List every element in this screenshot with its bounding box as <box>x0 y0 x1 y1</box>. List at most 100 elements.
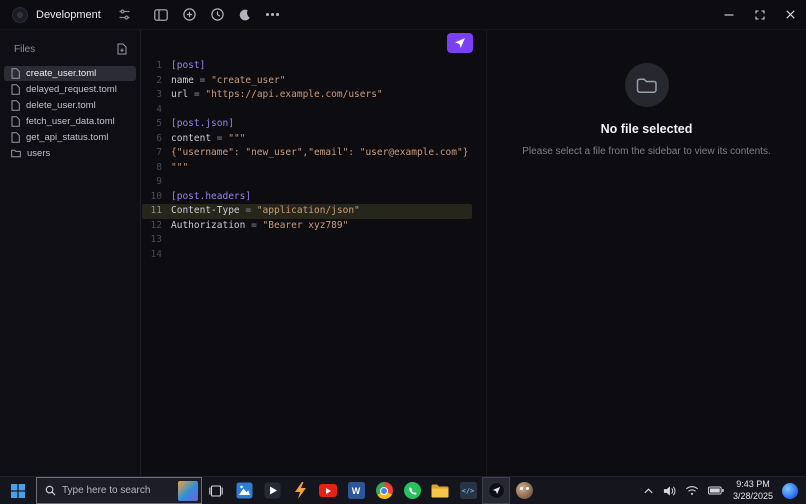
code-text: Authorization = "Bearer xyz789" <box>171 219 348 234</box>
workspace-settings-icon[interactable] <box>118 8 131 21</box>
editor-line[interactable]: 3 url = "https://api.example.com/users" <box>142 88 486 103</box>
code-text: url = "https://api.example.com/users" <box>171 88 383 103</box>
battery-icon[interactable] <box>707 486 724 495</box>
editor-line[interactable]: 2 name = "create_user" <box>142 74 486 89</box>
line-number: 2 <box>156 74 162 86</box>
editor-line[interactable]: 8 """ <box>142 161 486 176</box>
line-number: 3 <box>156 89 162 100</box>
token: "create_user" <box>211 74 286 86</box>
editor-line-active[interactable]: 11 Content-Type = "application/json" <box>142 204 472 219</box>
api-client-icon <box>487 482 505 499</box>
taskbar-app-gimp[interactable] <box>510 477 538 504</box>
task-view-button[interactable] <box>202 477 230 504</box>
chrome-icon <box>375 482 393 499</box>
token: "https://api.example.com/users" <box>205 89 383 100</box>
open-folder-icon <box>636 77 657 93</box>
folder-item[interactable]: users <box>4 146 136 161</box>
empty-state-circle <box>624 63 669 107</box>
taskbar-app-youtube[interactable] <box>314 477 342 504</box>
sidebar-toggle-icon[interactable] <box>154 8 168 21</box>
token: [post.json] <box>171 118 234 129</box>
response-panel: No file selected Please select a file fr… <box>487 30 806 476</box>
code-editor-icon: </> <box>459 482 477 499</box>
line-number: 7 <box>156 147 162 158</box>
token: {"username": "new_user","email": "user@e… <box>171 147 469 158</box>
taskbar-app-chrome[interactable] <box>370 477 398 504</box>
taskbar-app-file-explorer[interactable] <box>426 477 454 504</box>
token: "Bearer xyz789" <box>262 219 349 231</box>
code-text: [post.json] <box>171 117 234 132</box>
folder-icon <box>11 149 21 158</box>
hidden-icons-chevron[interactable] <box>643 487 654 495</box>
empty-state-subtitle: Please select a file from the sidebar to… <box>522 146 771 157</box>
taskbar-app-code-editor[interactable]: </> <box>454 477 482 504</box>
empty-state-title: No file selected <box>600 122 693 136</box>
clock[interactable]: 9:43 PM 3/28/2025 <box>733 479 773 502</box>
editor-line[interactable]: 14 <box>142 248 486 263</box>
token: [post] <box>171 60 206 71</box>
clock-date: 3/28/2025 <box>732 490 773 501</box>
search-highlight-icon[interactable] <box>178 480 198 501</box>
minimize-button[interactable] <box>713 0 744 29</box>
file-item[interactable]: get_api_status.toml <box>4 130 136 145</box>
more-options-icon[interactable] <box>266 13 279 16</box>
token: Content-Type <box>171 205 240 216</box>
taskbar-app-lightning[interactable] <box>286 477 314 504</box>
new-request-icon[interactable] <box>183 8 196 21</box>
file-name: get_api_status.toml <box>26 132 109 143</box>
line-number: 9 <box>156 176 162 187</box>
titlebar: Development <box>0 0 806 30</box>
token: name <box>171 74 194 86</box>
request-editor[interactable]: 1 [post] 2 name = "create_user" 3 url = … <box>142 30 487 476</box>
taskbar-search[interactable] <box>36 477 202 504</box>
tray-app-badge-icon[interactable] <box>782 482 798 499</box>
line-number: 14 <box>150 248 162 260</box>
token: content <box>171 132 212 144</box>
taskbar-app-whatsapp[interactable] <box>398 477 426 504</box>
new-file-icon[interactable] <box>116 43 128 55</box>
workspace-avatar[interactable] <box>12 6 28 23</box>
file-icon <box>11 100 20 111</box>
history-icon[interactable] <box>211 8 224 21</box>
editor-line[interactable]: 7 {"username": "new_user","email": "user… <box>142 146 486 161</box>
editor-line[interactable]: 1 [post] <box>142 59 486 74</box>
volume-icon[interactable] <box>663 485 676 497</box>
theme-toggle-icon[interactable] <box>239 9 251 21</box>
editor-line[interactable]: 10 [post.headers] <box>142 190 486 205</box>
start-button[interactable] <box>0 477 36 504</box>
folder-name: users <box>27 148 51 159</box>
file-icon <box>11 84 20 95</box>
taskbar-app-word[interactable]: W <box>342 477 370 504</box>
search-input[interactable] <box>62 485 172 496</box>
editor-line[interactable]: 4 <box>142 103 486 118</box>
taskbar-app-api-client-active[interactable] <box>482 477 510 504</box>
main-area: 1 [post] 2 name = "create_user" 3 url = … <box>142 30 806 476</box>
editor-line[interactable]: 5 [post.json] <box>142 117 486 132</box>
editor-line[interactable]: 13 <box>142 233 486 248</box>
send-request-button[interactable] <box>447 33 473 53</box>
close-button[interactable] <box>775 0 806 29</box>
taskbar-app-photos[interactable] <box>230 477 258 504</box>
file-name: delayed_request.toml <box>26 84 117 95</box>
file-item[interactable]: delayed_request.toml <box>4 82 136 97</box>
code-text: Content-Type = "application/json" <box>171 204 360 219</box>
editor-line[interactable]: 12 Authorization = "Bearer xyz789" <box>142 219 486 234</box>
editor-line[interactable]: 9 <box>142 175 486 190</box>
taskbar-app-media-player[interactable] <box>258 477 286 504</box>
line-number: 5 <box>156 118 162 129</box>
code-text: [post.headers] <box>171 190 251 205</box>
line-number: 4 <box>156 103 162 115</box>
file-item[interactable]: delete_user.toml <box>4 98 136 113</box>
token: url <box>171 89 189 100</box>
line-number: 11 <box>150 205 162 216</box>
network-wifi-icon[interactable] <box>685 485 699 496</box>
sidebar-header-label: Files <box>14 43 36 55</box>
file-item[interactable]: create_user.toml <box>4 66 136 81</box>
editor-line[interactable]: 6 content = """ <box>142 132 486 147</box>
gimp-icon <box>515 482 533 499</box>
maximize-button[interactable] <box>744 0 775 29</box>
word-icon: W <box>347 482 365 499</box>
workspace-switcher[interactable]: Development <box>0 0 141 29</box>
file-item[interactable]: fetch_user_data.toml <box>4 114 136 129</box>
paper-plane-icon <box>455 38 465 48</box>
